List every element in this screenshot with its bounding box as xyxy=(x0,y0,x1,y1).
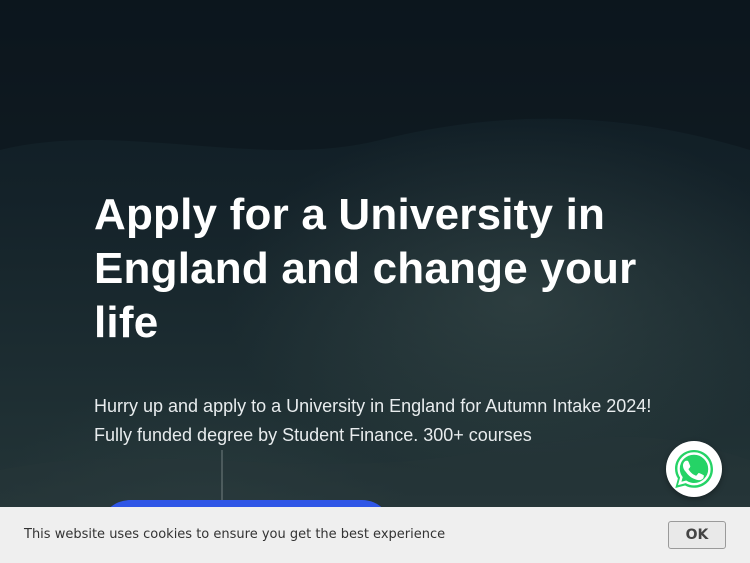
page-title: Apply for a University in England and ch… xyxy=(94,190,637,347)
whatsapp-icon xyxy=(675,450,713,488)
hero-subtitle: Hurry up and apply to a University in En… xyxy=(94,396,652,445)
cookie-message: This website uses cookies to ensure you … xyxy=(24,527,446,542)
whatsapp-button[interactable] xyxy=(666,441,722,497)
cookie-banner: This website uses cookies to ensure you … xyxy=(0,507,750,563)
cookie-ok-button[interactable]: OK xyxy=(668,521,726,549)
hero-section: Apply for a University in England and ch… xyxy=(0,0,750,563)
